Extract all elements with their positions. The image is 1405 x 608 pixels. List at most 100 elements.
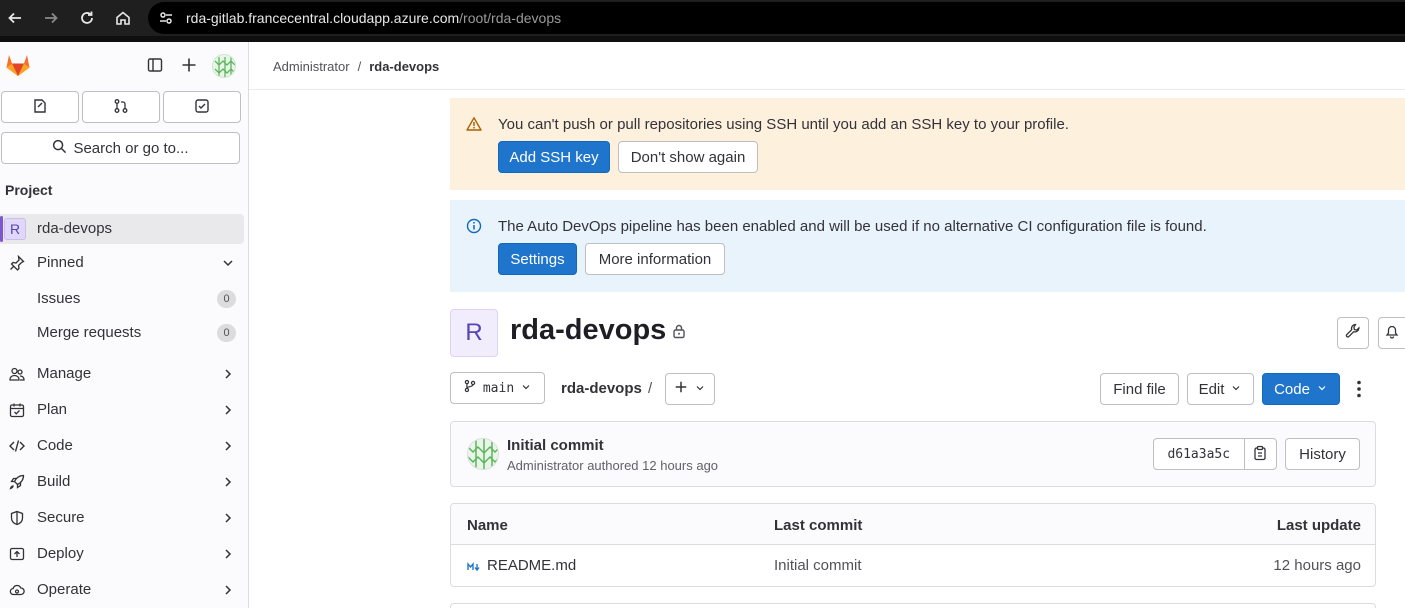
find-file-button[interactable]: Find file bbox=[1100, 373, 1179, 405]
search-button[interactable]: Search or go to... bbox=[1, 132, 240, 164]
commit-time: authored 12 hours ago bbox=[587, 458, 719, 473]
code-icon bbox=[9, 438, 25, 454]
sidebar-item-code[interactable]: Code bbox=[0, 431, 244, 461]
chevron-right-icon bbox=[220, 546, 236, 566]
search-icon bbox=[52, 139, 67, 158]
chevron-right-icon bbox=[220, 510, 236, 530]
notifications-button[interactable] bbox=[1378, 317, 1405, 349]
home-icon[interactable] bbox=[113, 8, 133, 28]
commit-sha-group: d61a3a5c bbox=[1153, 438, 1277, 470]
breadcrumb: Administrator / rda-devops bbox=[273, 59, 439, 74]
repo-path-link[interactable]: rda-devops bbox=[561, 380, 642, 397]
branch-selector[interactable]: main bbox=[450, 372, 545, 404]
column-header-last-commit: Last commit bbox=[774, 517, 863, 534]
sidebar-item-pinned[interactable]: Pinned bbox=[0, 248, 244, 278]
commit-title-link[interactable]: Initial commit bbox=[507, 437, 604, 454]
sidebar-item-manage[interactable]: Manage bbox=[0, 359, 244, 389]
file-last-update: 12 hours ago bbox=[1273, 557, 1361, 574]
active-indicator bbox=[0, 216, 3, 242]
sidebar-item-merge-requests[interactable]: Merge requests 0 bbox=[0, 318, 244, 348]
gitlab-logo-icon[interactable] bbox=[5, 53, 31, 80]
sidebar-item-plan[interactable]: Plan bbox=[0, 395, 244, 425]
column-header-name: Name bbox=[467, 517, 508, 534]
file-last-commit-link[interactable]: Initial commit bbox=[774, 557, 862, 574]
copy-sha-button[interactable] bbox=[1245, 439, 1276, 469]
sidebar-item-label: Operate bbox=[37, 581, 92, 598]
back-icon[interactable] bbox=[5, 8, 25, 28]
chevron-right-icon bbox=[220, 402, 236, 422]
header-divider bbox=[249, 89, 1405, 90]
markdown-icon bbox=[467, 560, 481, 577]
merge-requests-button[interactable] bbox=[82, 91, 160, 123]
auto-devops-text: The Auto DevOps pipeline has been enable… bbox=[498, 218, 1207, 235]
breadcrumb-current-link[interactable]: rda-devops bbox=[369, 59, 439, 74]
copy-icon bbox=[1252, 445, 1268, 464]
more-actions-icon[interactable] bbox=[1351, 380, 1367, 401]
bell-icon bbox=[1384, 323, 1400, 343]
chevron-right-icon bbox=[220, 366, 236, 386]
sidebar-item-label: Build bbox=[37, 473, 71, 490]
chevron-down-icon bbox=[694, 381, 706, 398]
todo-list-button[interactable] bbox=[163, 91, 241, 123]
reload-icon[interactable] bbox=[77, 8, 97, 28]
commit-author-link[interactable]: Administrator bbox=[507, 458, 584, 473]
chevron-down-icon bbox=[1316, 381, 1328, 398]
url-text: rda-gitlab.francecentral.cloudapp.azure.… bbox=[186, 10, 562, 26]
sidebar-item-label: Plan bbox=[37, 401, 68, 418]
dont-show-again-button[interactable]: Don't show again bbox=[618, 141, 758, 173]
project-settings-button[interactable] bbox=[1337, 317, 1369, 349]
cloud-icon bbox=[9, 582, 25, 598]
chevron-down-icon bbox=[1230, 381, 1242, 398]
last-commit-panel: Initial commit Administrator authored 12… bbox=[450, 421, 1376, 487]
breadcrumb-parent-link[interactable]: Administrator bbox=[273, 59, 350, 74]
history-button[interactable]: History bbox=[1285, 438, 1360, 470]
forward-icon[interactable] bbox=[41, 8, 61, 28]
settings-button[interactable]: Settings bbox=[498, 243, 577, 275]
count-badge: 0 bbox=[217, 324, 236, 342]
sidebar-item-secure[interactable]: Secure bbox=[0, 503, 244, 533]
wrench-icon bbox=[1345, 323, 1361, 343]
create-new-icon[interactable] bbox=[181, 57, 197, 76]
sidebar-item-issues[interactable]: Issues 0 bbox=[0, 284, 244, 314]
pin-icon bbox=[9, 255, 25, 271]
sidebar-item-label: Merge requests bbox=[37, 324, 142, 341]
edit-dropdown[interactable]: Edit bbox=[1187, 373, 1254, 405]
sidebar-item-project[interactable]: R rda-devops bbox=[0, 214, 244, 244]
info-icon bbox=[466, 218, 482, 234]
calendar-icon bbox=[9, 402, 25, 418]
site-info-icon[interactable] bbox=[158, 10, 174, 29]
commit-sha[interactable]: d61a3a5c bbox=[1154, 439, 1245, 469]
warning-icon bbox=[466, 116, 482, 132]
breadcrumb-separator: / bbox=[357, 59, 362, 74]
commit-author-avatar[interactable] bbox=[467, 438, 499, 470]
sidebar-toggle-icon[interactable] bbox=[147, 57, 163, 76]
issues-icon bbox=[32, 98, 48, 117]
sidebar-item-label: Pinned bbox=[37, 254, 84, 271]
more-information-button[interactable]: More information bbox=[585, 243, 725, 275]
add-ssh-key-button[interactable]: Add SSH key bbox=[498, 141, 610, 173]
sidebar-item-label: Code bbox=[37, 437, 73, 454]
user-avatar[interactable] bbox=[212, 54, 236, 78]
add-to-tree-dropdown[interactable] bbox=[665, 373, 715, 405]
branch-icon bbox=[463, 379, 477, 397]
page-title: rda-devops bbox=[510, 314, 667, 346]
sidebar-item-deploy[interactable]: Deploy bbox=[0, 539, 244, 569]
sidebar-section-heading: Project bbox=[5, 182, 53, 198]
shield-icon bbox=[9, 510, 25, 526]
merge-request-icon bbox=[113, 98, 129, 117]
sidebar-item-build[interactable]: Build bbox=[0, 467, 244, 497]
sidebar-item-label: Issues bbox=[37, 290, 81, 307]
project-avatar: R bbox=[450, 309, 498, 357]
repo-path-separator: / bbox=[648, 380, 653, 397]
code-dropdown[interactable]: Code bbox=[1262, 373, 1340, 405]
auto-devops-info-alert: The Auto DevOps pipeline has been enable… bbox=[450, 200, 1405, 292]
file-name-link[interactable]: README.md bbox=[487, 557, 576, 574]
assigned-issues-button[interactable] bbox=[1, 91, 79, 123]
edit-label: Edit bbox=[1198, 380, 1225, 398]
sidebar-item-operate[interactable]: Operate bbox=[0, 575, 244, 605]
sidebar-item-label: rda-devops bbox=[37, 220, 113, 237]
todo-icon bbox=[194, 98, 210, 117]
sidebar-item-label: Manage bbox=[37, 365, 92, 382]
table-row[interactable]: README.md Initial commit 12 hours ago bbox=[451, 545, 1375, 586]
column-header-last-update: Last update bbox=[1276, 517, 1361, 534]
